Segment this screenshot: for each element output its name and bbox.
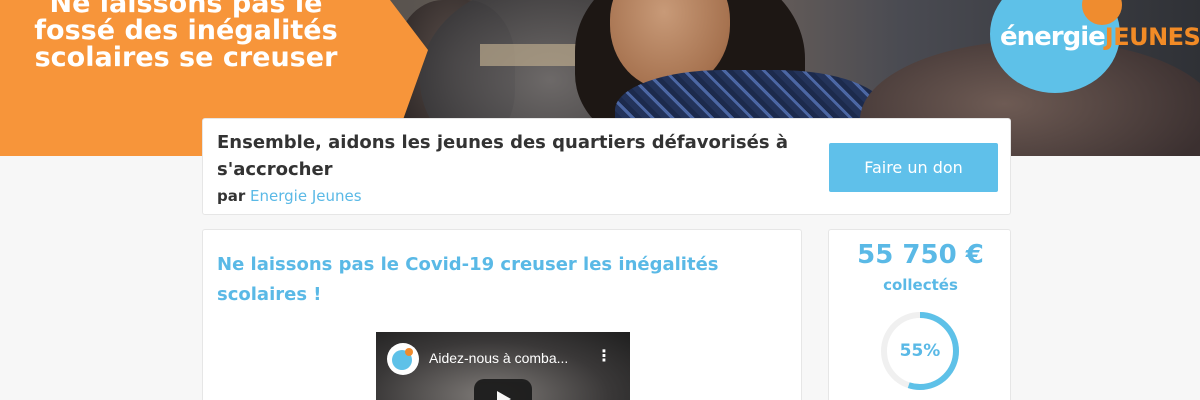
logo-text: énergieJEUNES <box>1000 22 1200 52</box>
hero-headline: Ne laissons pas le fossé des inégalités … <box>34 0 338 73</box>
more-options-icon[interactable]: ⋮ <box>596 349 612 365</box>
channel-avatar[interactable] <box>387 343 419 375</box>
collected-label: collectés <box>883 276 958 294</box>
video-player[interactable]: Aidez-nous à comba... ⋮ <box>376 332 630 400</box>
byline-label: par <box>217 187 246 205</box>
campaign-title: Ensemble, aidons les jeunes des quartier… <box>217 132 788 180</box>
organization-link[interactable]: Energie Jeunes <box>250 187 362 205</box>
amount-collected: 55 750 € <box>857 240 984 270</box>
logo-text-jeunes: JEUNES <box>1104 23 1200 51</box>
channel-avatar-dot <box>405 348 413 356</box>
donate-button[interactable]: Faire un don <box>829 143 998 192</box>
campaign-content-card: Ne laissons pas le Covid-19 creuser les … <box>202 229 802 400</box>
campaign-header-card: Ensemble, aidons les jeunes des quartier… <box>202 118 1011 215</box>
campaign-byline: par Energie Jeunes <box>217 187 362 205</box>
funding-stats-card: 55 750 € collectés 55% <box>828 229 1011 400</box>
logo-text-energie: énergie <box>1000 22 1106 52</box>
content-title: Ne laissons pas le Covid-19 creuser les … <box>217 254 719 305</box>
play-icon[interactable] <box>474 379 532 400</box>
progress-percent: 55% <box>899 341 941 361</box>
video-title[interactable]: Aidez-nous à comba... <box>429 350 568 366</box>
